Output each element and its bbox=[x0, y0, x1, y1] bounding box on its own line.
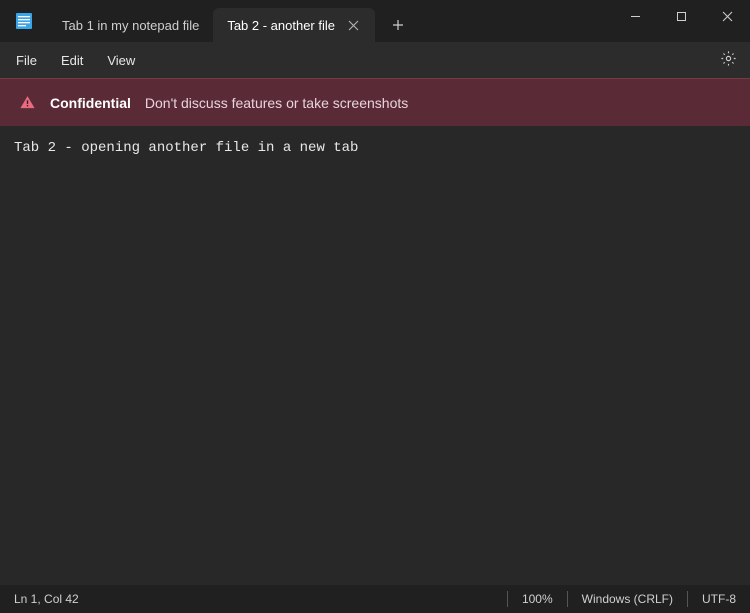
menu-bar: File Edit View bbox=[0, 42, 750, 78]
tab-label: Tab 1 in my notepad file bbox=[62, 18, 199, 33]
gear-icon bbox=[720, 50, 737, 70]
window-controls bbox=[612, 0, 750, 32]
minimize-button[interactable] bbox=[612, 0, 658, 32]
tab-label: Tab 2 - another file bbox=[227, 18, 335, 33]
tab-2[interactable]: Tab 2 - another file bbox=[213, 8, 375, 42]
menu-file[interactable]: File bbox=[6, 48, 47, 73]
status-encoding[interactable]: UTF-8 bbox=[688, 585, 750, 613]
editor-area[interactable]: Tab 2 - opening another file in a new ta… bbox=[0, 126, 750, 585]
maximize-button[interactable] bbox=[658, 0, 704, 32]
status-line-ending[interactable]: Windows (CRLF) bbox=[568, 585, 687, 613]
confidential-banner: Confidential Don't discuss features or t… bbox=[0, 78, 750, 126]
settings-button[interactable] bbox=[714, 46, 742, 74]
close-tab-icon[interactable] bbox=[345, 17, 361, 33]
status-bar: Ln 1, Col 42 100% Windows (CRLF) UTF-8 bbox=[0, 585, 750, 613]
banner-title: Confidential bbox=[50, 95, 131, 111]
app-icon bbox=[14, 11, 34, 31]
tabs-container: Tab 1 in my notepad file Tab 2 - another… bbox=[48, 8, 375, 42]
menu-edit[interactable]: Edit bbox=[51, 48, 93, 73]
close-window-button[interactable] bbox=[704, 0, 750, 32]
status-zoom[interactable]: 100% bbox=[508, 585, 567, 613]
status-position[interactable]: Ln 1, Col 42 bbox=[0, 585, 93, 613]
tab-1[interactable]: Tab 1 in my notepad file bbox=[48, 8, 213, 42]
editor-content: Tab 2 - opening another file in a new ta… bbox=[14, 140, 358, 156]
title-bar: Tab 1 in my notepad file Tab 2 - another… bbox=[0, 0, 750, 42]
new-tab-button[interactable] bbox=[381, 8, 415, 42]
warning-icon bbox=[18, 94, 36, 112]
menu-view[interactable]: View bbox=[97, 48, 145, 73]
banner-message: Don't discuss features or take screensho… bbox=[145, 95, 408, 111]
